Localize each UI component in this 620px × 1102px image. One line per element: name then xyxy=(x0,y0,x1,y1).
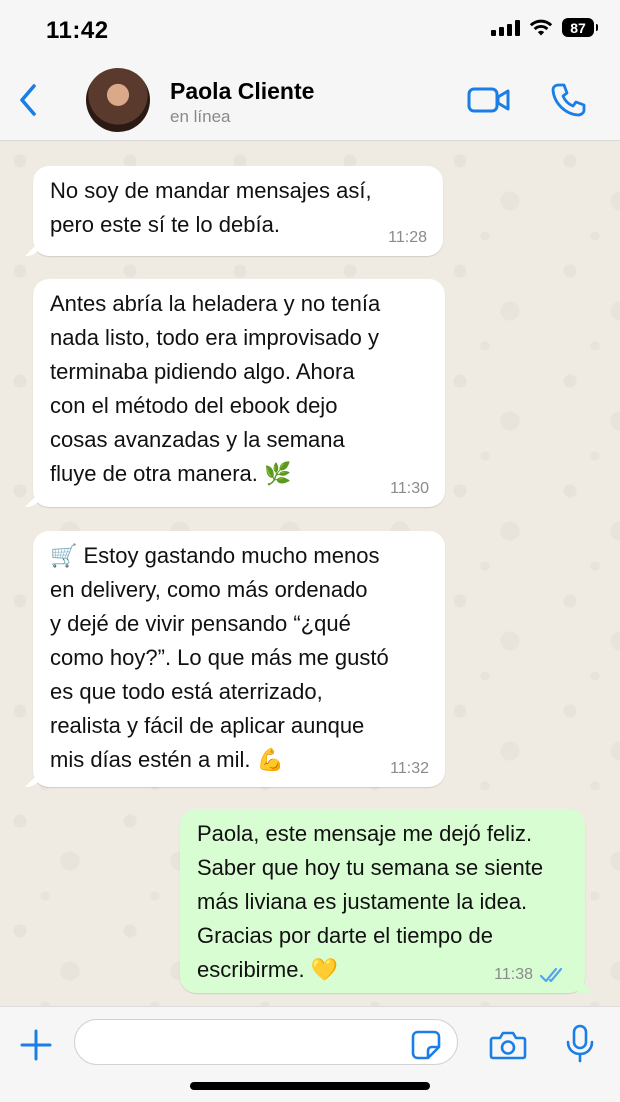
chat-header: Paola Cliente en línea xyxy=(0,60,620,141)
camera-icon xyxy=(489,1031,527,1060)
message-text-line: es que todo está aterrizado, xyxy=(50,679,323,704)
message-text-line: y dejé de vivir pensando “¿qué xyxy=(50,611,351,636)
message-time: 11:28 xyxy=(388,229,427,246)
message-text-line: fluye de otra manera. 🌿 xyxy=(50,461,292,486)
double-check-icon xyxy=(539,967,563,983)
contact-status: en línea xyxy=(170,107,231,126)
video-call-button[interactable] xyxy=(466,82,512,118)
cellular-signal-icon xyxy=(491,19,520,36)
chevron-left-icon xyxy=(20,84,36,116)
message-time: 11:38 xyxy=(494,966,533,983)
status-icons: 87 xyxy=(491,18,598,37)
message-time: 11:32 xyxy=(390,760,429,777)
video-camera-icon xyxy=(467,87,510,113)
sticker-button[interactable] xyxy=(408,1027,444,1063)
contact-name[interactable]: Paola Cliente xyxy=(170,78,314,105)
status-bar: 11:42 87 xyxy=(0,0,620,60)
composer-bar xyxy=(0,1006,620,1102)
home-indicator xyxy=(190,1082,430,1090)
message-bubble-outgoing[interactable]: Paola, este mensaje me dejó feliz. Saber… xyxy=(180,809,585,993)
message-meta: 11:38 xyxy=(494,967,567,983)
message-text-line: más liviana es justamente la idea. xyxy=(197,889,528,914)
message-text-line: con el método del ebook dejo xyxy=(50,393,338,418)
attach-button[interactable] xyxy=(16,1025,56,1065)
plus-icon xyxy=(20,1029,52,1061)
message-time: 11:30 xyxy=(390,480,429,497)
message-bubble-incoming[interactable]: Antes abría la heladera y no tenía nada … xyxy=(33,279,445,507)
message-input[interactable] xyxy=(74,1019,458,1065)
wifi-icon xyxy=(529,19,553,35)
message-text-line: Paola, este mensaje me dejó feliz. xyxy=(197,821,533,846)
status-time: 11:42 xyxy=(46,17,109,44)
message-bubble-incoming[interactable]: 🛒 Estoy gastando mucho menos en delivery… xyxy=(33,531,445,787)
back-button[interactable] xyxy=(10,78,46,122)
battery-level: 87 xyxy=(570,19,586,36)
message-text-line: como hoy?”. Lo que más me gustó xyxy=(50,645,389,670)
sticker-icon xyxy=(411,1030,441,1060)
message-text-line: Saber que hoy tu semana se siente xyxy=(197,855,544,880)
message-text-line: realista y fácil de aplicar aunque xyxy=(50,713,365,738)
message-text-line: pero este sí te lo debía. xyxy=(50,212,280,237)
message-bubble-incoming[interactable]: No soy de mandar mensajes así, pero este… xyxy=(33,166,443,256)
voice-call-button[interactable] xyxy=(548,80,588,120)
message-text-line: mis días estén a mil. 💪 xyxy=(50,747,285,772)
chat-screen: 11:42 87 Paola Cliente en línea No soy d… xyxy=(0,0,620,1102)
phone-icon xyxy=(551,83,586,117)
message-text-line: terminaba pidiendo algo. Ahora xyxy=(50,359,355,384)
message-list[interactable]: No soy de mandar mensajes así, pero este… xyxy=(0,141,620,1006)
microphone-button[interactable] xyxy=(562,1023,598,1065)
microphone-icon xyxy=(566,1024,594,1063)
camera-button[interactable] xyxy=(488,1027,528,1063)
message-text-line: Antes abría la heladera y no tenía xyxy=(50,291,381,316)
message-text-line: en delivery, como más ordenado xyxy=(50,577,368,602)
message-text-line: 🛒 Estoy gastando mucho menos xyxy=(50,543,380,568)
message-text-line: nada listo, todo era improvisado y xyxy=(50,325,379,350)
battery-icon: 87 xyxy=(562,18,598,37)
message-text-line: Gracias por darte el tiempo de xyxy=(197,923,493,948)
avatar[interactable] xyxy=(86,68,150,132)
message-text-line: No soy de mandar mensajes así, xyxy=(50,178,372,203)
message-text-line: cosas avanzadas y la semana xyxy=(50,427,345,452)
